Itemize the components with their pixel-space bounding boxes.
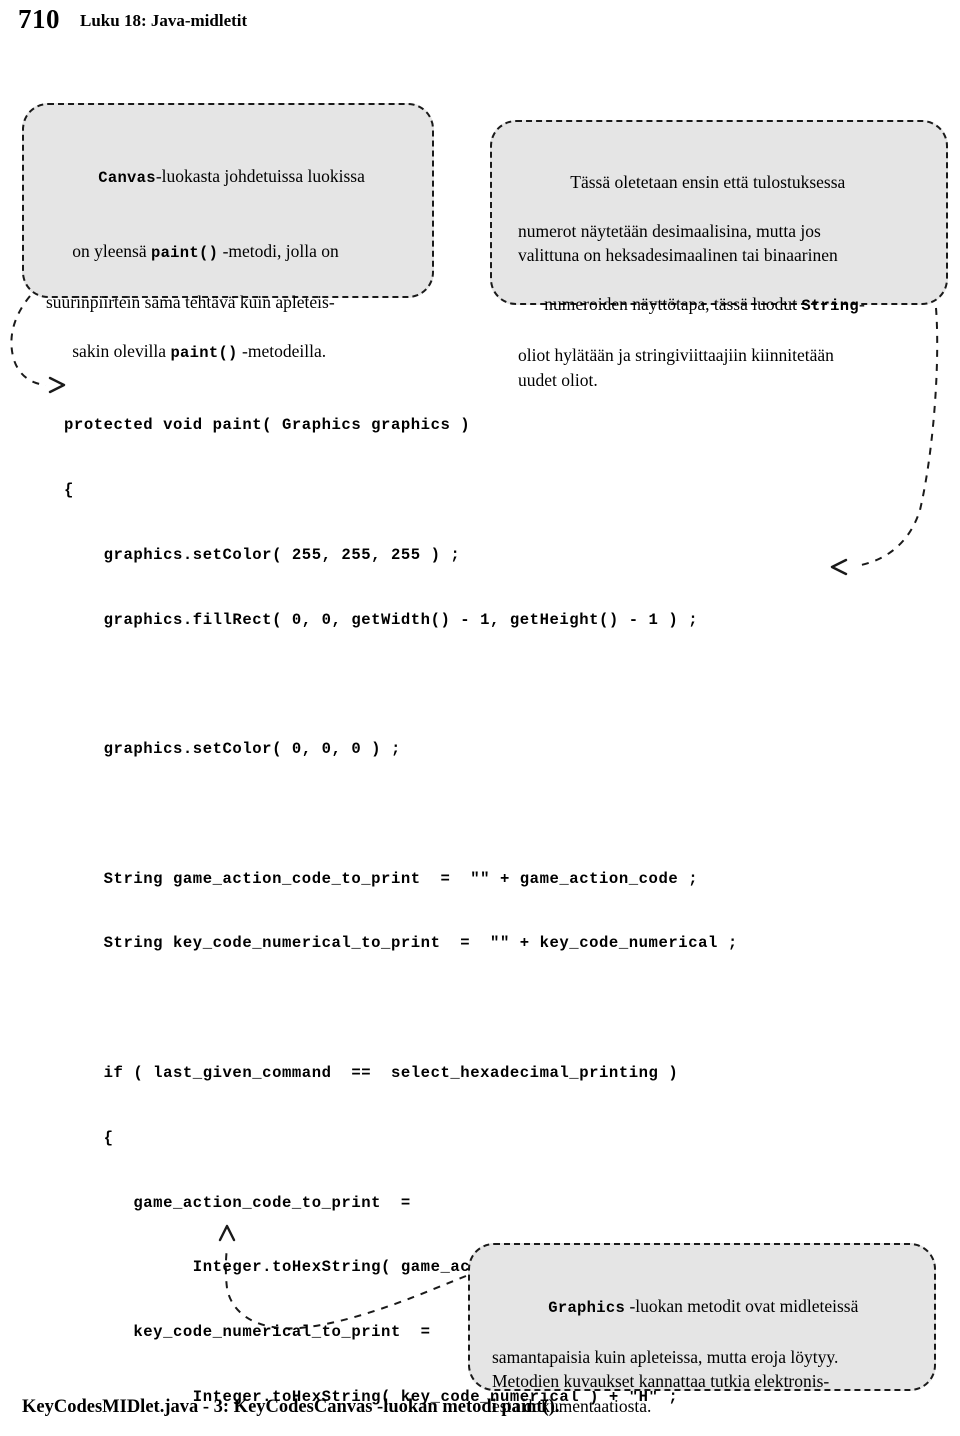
callout-string-line-2: numerot näytetään desimaalisina, mutta j…	[518, 220, 821, 241]
callout-string-line-4: numeroiden näyttötapa, tässä luodut Stri…	[518, 268, 928, 344]
callout-string-line-5: oliot hylätään ja stringiviittaajiin kii…	[518, 345, 834, 365]
code-line: graphics.fillRect( 0, 0, getWidth() - 1,…	[64, 610, 699, 629]
code-line: graphics.setColor( 0, 0, 0 ) ;	[64, 740, 401, 759]
code-line: graphics.setColor( 255, 255, 255 ) ;	[64, 545, 461, 564]
callout-canvas-text-4a: sakin olevilla	[72, 341, 171, 361]
code-line: game_action_code_to_print =	[64, 1193, 411, 1212]
code-line: String game_action_code_to_print = "" + …	[64, 869, 699, 888]
code-line: if ( last_given_command == select_hexade…	[64, 1064, 679, 1082]
callout-canvas-text-2a: on yleensä	[72, 241, 151, 261]
code-line: String key_code_numerical_to_print = "" …	[64, 934, 738, 953]
callout-graphics-text-1: -luokan metodit ovat midleteissä	[625, 1295, 859, 1316]
callout-canvas-line-2: on yleensä paint() -metodi, jolla on	[46, 215, 416, 291]
callout-string-mono-string: String	[801, 297, 859, 315]
callout-string-note: Tässä oletetaan ensin että tulostuksessa…	[490, 120, 948, 390]
callout-canvas-mono-paint-2: paint()	[170, 344, 238, 362]
callout-graphics-line-3: Metodien kuvaukset kannattaa tutkia elek…	[492, 1371, 830, 1391]
code-line: protected void paint( Graphics graphics …	[64, 416, 471, 435]
callout-graphics-line-2: samantapaisia kuin apleteissa, mutta ero…	[492, 1346, 839, 1367]
callout-canvas-text-1: -luokasta johdetuissa luokissa	[155, 165, 365, 186]
callout-graphics-line-1: Graphics -luokan metodit ovat midleteiss…	[492, 1269, 916, 1345]
callout-canvas-line-3: suurinpiirtein sama tehtävä kuin apletei…	[46, 292, 335, 312]
page-header: 710 Luku 18: Java-midletit	[0, 0, 960, 46]
code-line: {	[64, 1128, 114, 1147]
callout-string-line-3: valittuna on heksadesimaalinen tai binaa…	[518, 245, 838, 265]
code-line: {	[64, 480, 74, 499]
callout-graphics-note: Graphics -luokan metodit ovat midleteiss…	[468, 1243, 936, 1416]
page-title: Luku 18: Java-midletit	[80, 11, 248, 30]
callout-graphics-mono-graphics: Graphics	[548, 1298, 626, 1317]
connector-left-path	[10, 295, 47, 386]
callout-string-text-4a: numeroiden näyttötapa, tässä luodut	[544, 294, 802, 314]
callout-canvas-text-4b: -metodeilla.	[237, 341, 327, 361]
page-number: 710	[18, 4, 60, 34]
document-page: 710 Luku 18: Java-midletit Canvas-luokas…	[0, 0, 960, 1436]
callout-canvas-mono-paint-1: paint()	[150, 244, 219, 262]
callout-string-text-1: Tässä oletetaan ensin että tulostuksessa	[570, 171, 846, 192]
callout-string-text-4b: -	[858, 294, 865, 314]
callout-canvas-text-2b: -metodi, jolla on	[218, 241, 339, 261]
callout-canvas-line-1: Canvas-luokasta johdetuissa luokissa	[46, 139, 416, 215]
callout-canvas-note: Canvas-luokasta johdetuissa luokissa on …	[22, 103, 434, 362]
figure-caption: KeyCodesMIDlet.java - 3: KeyCodesCanvas …	[22, 1397, 560, 1417]
callout-string-line-1: Tässä oletetaan ensin että tulostuksessa	[518, 145, 928, 219]
callout-canvas-mono-canvas: Canvas	[98, 168, 156, 187]
